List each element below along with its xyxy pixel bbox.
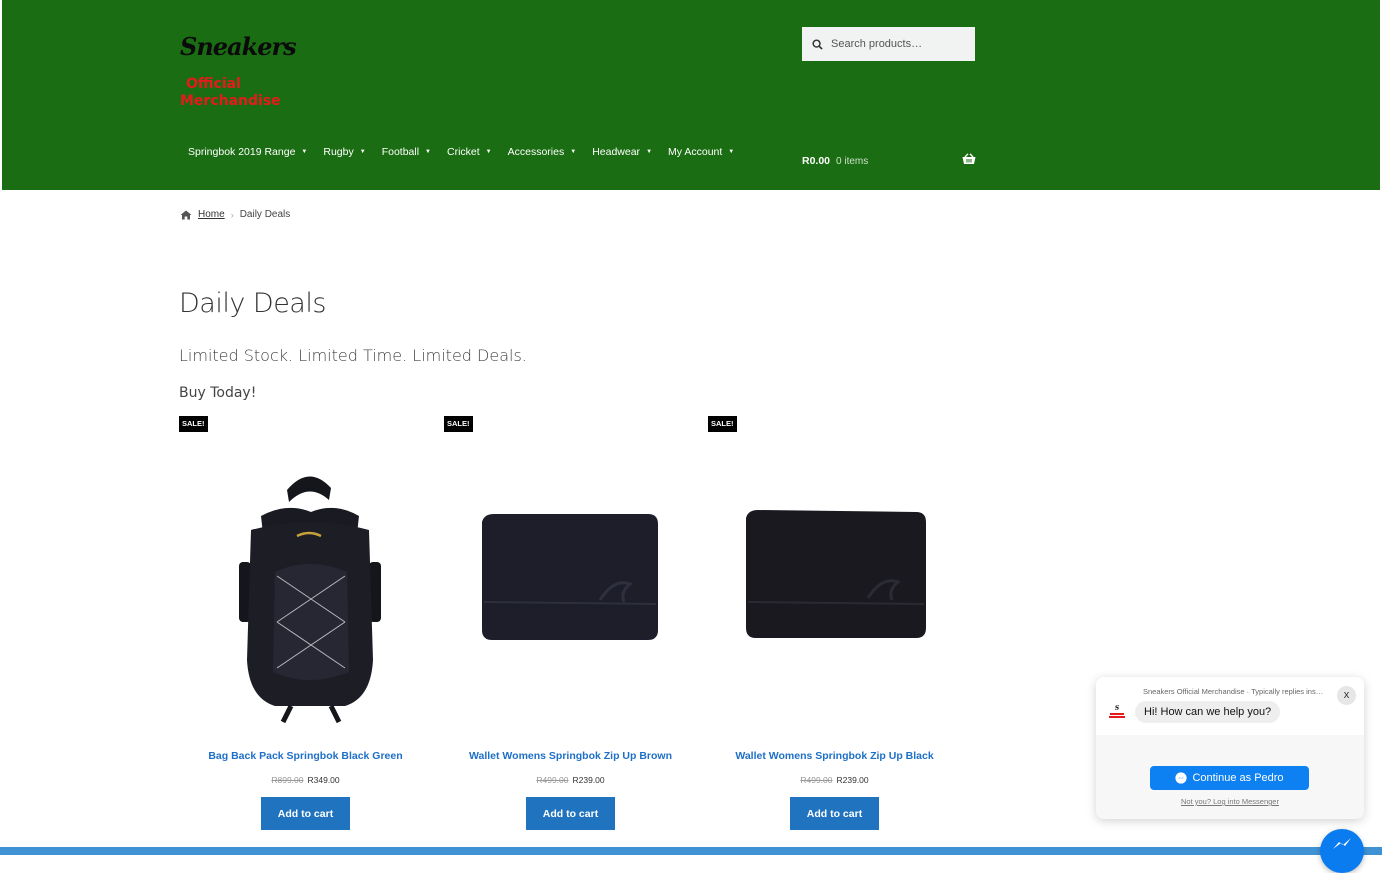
nav-item-label: Rugby — [323, 146, 354, 158]
breadcrumb: Home › Daily Deals — [180, 209, 290, 220]
chat-message: Hi! How can we help you? — [1135, 701, 1281, 723]
chevron-down-icon: ▼ — [728, 149, 735, 155]
footer-bar — [0, 847, 1382, 855]
messenger-icon — [1175, 772, 1188, 784]
logo-line-2: Merchandise — [180, 93, 281, 109]
add-to-cart-button[interactable]: Add to cart — [261, 797, 350, 830]
continue-as-button[interactable]: Continue as Pedro — [1150, 766, 1309, 790]
sale-badge: SALE! — [444, 416, 473, 432]
chat-page-name: Sneakers Official Merchandise · Typicall… — [1143, 687, 1325, 696]
nav-item-headwear[interactable]: Headwear ▼ — [584, 146, 660, 158]
chevron-down-icon: ▼ — [301, 149, 308, 155]
chat-header: S Sneakers Official Merchandise · Typica… — [1096, 677, 1364, 735]
sale-price: R239.00 — [836, 775, 869, 785]
search-box — [802, 27, 975, 61]
logo-line-1: Official — [186, 76, 241, 92]
chevron-right-icon: › — [230, 209, 234, 220]
chevron-down-icon: ▼ — [485, 149, 492, 155]
sale-badge: SALE! — [179, 416, 208, 432]
product-image-backpack[interactable] — [179, 452, 432, 742]
product-image-wallet-brown[interactable] — [444, 452, 697, 742]
main-nav: Springbok 2019 Range ▼ Rugby ▼ Football ▼ C… — [180, 140, 742, 164]
page-tagline: Limited Stock. Limited Time. Limited Dea… — [179, 346, 527, 365]
product-price: R499.00 R239.00 — [708, 775, 961, 785]
nav-item-label: Football — [381, 146, 420, 158]
old-price: R899.00 — [271, 775, 304, 785]
add-to-cart-button[interactable]: Add to cart — [790, 797, 879, 830]
basket-icon[interactable] — [962, 153, 976, 165]
nav-item-label: Cricket — [447, 146, 480, 158]
search-input[interactable] — [831, 38, 961, 50]
chat-avatar: S — [1106, 701, 1128, 723]
sale-badge: SALE! — [708, 416, 737, 432]
add-to-cart-button[interactable]: Add to cart — [526, 797, 615, 830]
cart-amount: R0.00 — [802, 155, 831, 167]
logo-subtitle: Official Merchandise — [180, 76, 281, 110]
chevron-down-icon: ▼ — [359, 149, 366, 155]
continue-as-label: Continue as Pedro — [1192, 772, 1284, 784]
nav-item-rugby[interactable]: Rugby ▼ — [315, 146, 373, 158]
sale-price: R239.00 — [572, 775, 605, 785]
cart-item-count: 0 items — [836, 155, 869, 167]
messenger-launcher[interactable] — [1320, 829, 1364, 873]
site-logo[interactable]: Sneakers Official Merchandise — [180, 30, 297, 115]
site-header: Sneakers Official Merchandise Springbok … — [2, 0, 1380, 190]
product-price: R499.00 R239.00 — [444, 775, 697, 785]
chevron-down-icon: ▼ — [570, 149, 577, 155]
messenger-icon — [1333, 838, 1351, 849]
nav-item-label: Springbok 2019 Range — [188, 146, 296, 158]
page-buy-text: Buy Today! — [179, 385, 257, 401]
product-price: R899.00 R349.00 — [179, 775, 432, 785]
messenger-chat-widget: S Sneakers Official Merchandise · Typica… — [1096, 677, 1364, 819]
page-title: Daily Deals — [179, 288, 326, 319]
sale-price: R349.00 — [307, 775, 340, 785]
nav-item-football[interactable]: Football ▼ — [374, 146, 439, 158]
nav-item-accessories[interactable]: Accessories ▼ — [500, 146, 585, 158]
product-title[interactable]: Bag Back Pack Springbok Black Green — [179, 750, 432, 762]
nav-item-cricket[interactable]: Cricket ▼ — [439, 146, 500, 158]
old-price: R499.00 — [800, 775, 833, 785]
old-price: R499.00 — [536, 775, 569, 785]
close-icon[interactable]: x — [1337, 686, 1356, 705]
product-image-wallet-black[interactable] — [708, 452, 961, 742]
log-into-messenger-link[interactable]: Not you? Log into Messenger — [1096, 797, 1364, 806]
chat-actions: Continue as Pedro Not you? Log into Mess… — [1096, 735, 1364, 819]
chevron-down-icon: ▼ — [425, 149, 431, 155]
chevron-down-icon: ▼ — [646, 149, 653, 155]
search-icon — [812, 38, 823, 50]
breadcrumb-home-link[interactable]: Home — [198, 209, 225, 220]
nav-item-label: My Account — [668, 146, 723, 158]
nav-item-springbok-2019-range[interactable]: Springbok 2019 Range ▼ — [180, 146, 315, 158]
nav-item-label: Accessories — [507, 146, 565, 158]
product-title[interactable]: Wallet Womens Springbok Zip Up Black — [708, 750, 961, 762]
svg-text:S: S — [1115, 705, 1120, 712]
nav-item-label: Headwear — [592, 146, 641, 158]
logo-script-text: Sneakers — [180, 32, 297, 61]
header-cart[interactable]: R0.00 0 items — [802, 150, 976, 172]
nav-item-my-account[interactable]: My Account ▼ — [660, 146, 742, 158]
home-icon — [180, 210, 192, 219]
product-title[interactable]: Wallet Womens Springbok Zip Up Brown — [444, 750, 697, 762]
breadcrumb-current: Daily Deals — [239, 209, 291, 220]
